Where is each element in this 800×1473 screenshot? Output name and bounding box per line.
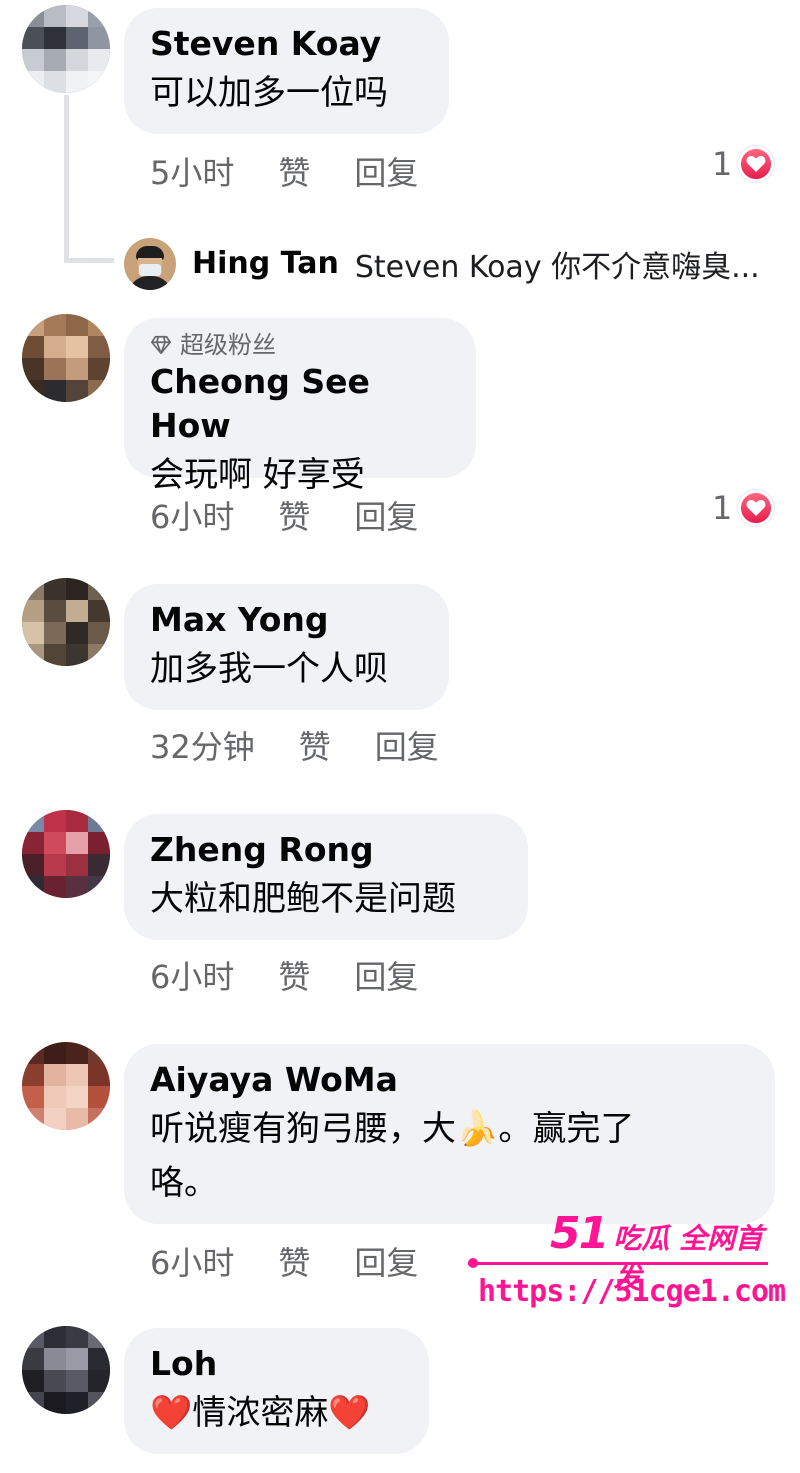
comment-author[interactable]: Loh bbox=[150, 1342, 403, 1386]
avatar[interactable] bbox=[22, 1326, 110, 1414]
comment-text: 加多我一个人呗 bbox=[150, 649, 388, 689]
reply-text: Steven Koay 你不介意嗨臭... bbox=[354, 250, 760, 285]
comment-actions: 6小时 赞 回复 bbox=[150, 1243, 418, 1283]
like-button[interactable]: 赞 bbox=[278, 497, 310, 537]
like-button[interactable]: 赞 bbox=[278, 1243, 310, 1283]
comment-text-line-1: 听说瘦有狗弓腰，大🍌。赢完了 bbox=[150, 1109, 635, 1149]
avatar[interactable] bbox=[22, 314, 110, 402]
comment-text: ❤️情浓密麻❤️ bbox=[150, 1393, 371, 1433]
reply-button[interactable]: 回复 bbox=[375, 727, 439, 767]
reply-button[interactable]: 回复 bbox=[354, 153, 418, 193]
comment-bubble[interactable]: 超级粉丝 Cheong See How 会玩啊 好享受 bbox=[124, 318, 476, 495]
comment-bubble[interactable]: Aiyaya WoMa 听说瘦有狗弓腰，大🍌。赢完了 咯。 bbox=[124, 1044, 775, 1224]
reply-avatar[interactable] bbox=[124, 238, 176, 290]
comment-time: 5小时 bbox=[150, 154, 235, 192]
comment-time: 6小时 bbox=[150, 498, 235, 536]
comment-author[interactable]: Aiyaya WoMa bbox=[150, 1058, 749, 1102]
reply-button[interactable]: 回复 bbox=[354, 957, 418, 997]
reply-button[interactable]: 回复 bbox=[354, 497, 418, 537]
avatar[interactable] bbox=[22, 5, 110, 93]
comment-actions: 6小时 赞 回复 bbox=[150, 497, 418, 537]
thread-connector-horizontal bbox=[64, 258, 114, 263]
comment-bubble[interactable]: Loh ❤️情浓密麻❤️ bbox=[124, 1328, 429, 1454]
comment-text: 大粒和肥鲍不是问题 bbox=[150, 879, 456, 919]
comment-author[interactable]: Steven Koay bbox=[150, 22, 423, 66]
comment-text: 可以加多一位吗 bbox=[150, 73, 388, 113]
heart-reaction-icon bbox=[738, 490, 775, 526]
reaction-summary[interactable]: 1 bbox=[712, 489, 775, 527]
thread-connector-vertical bbox=[64, 95, 69, 263]
reply-button[interactable]: 回复 bbox=[354, 1243, 418, 1283]
reply-preview[interactable]: Hing Tan Steven Koay 你不介意嗨臭... bbox=[124, 238, 760, 290]
comment-author[interactable]: Max Yong bbox=[150, 598, 423, 642]
reply-author[interactable]: Hing Tan bbox=[192, 242, 339, 286]
heart-reaction-icon bbox=[738, 146, 775, 182]
comment-time: 6小时 bbox=[150, 958, 235, 996]
diamond-icon bbox=[151, 335, 171, 355]
comment-bubble[interactable]: Zheng Rong 大粒和肥鲍不是问题 bbox=[124, 814, 528, 940]
badge-label: 超级粉丝 bbox=[180, 331, 276, 359]
watermark-line bbox=[468, 1262, 768, 1265]
watermark: 51 吃瓜 全网首发 https://51cge1.com bbox=[468, 1208, 788, 1318]
reaction-count: 1 bbox=[712, 145, 733, 183]
avatar[interactable] bbox=[22, 810, 110, 898]
comment-bubble[interactable]: Steven Koay 可以加多一位吗 bbox=[124, 8, 449, 134]
comment-text: 会玩啊 好享受 bbox=[150, 455, 365, 495]
like-button[interactable]: 赞 bbox=[278, 957, 310, 997]
comment-actions: 32分钟 赞 回复 bbox=[150, 727, 439, 767]
like-button[interactable]: 赞 bbox=[278, 153, 310, 193]
comment-bubble[interactable]: Max Yong 加多我一个人呗 bbox=[124, 584, 449, 710]
comment-time: 32分钟 bbox=[150, 728, 255, 766]
watermark-number: 51 bbox=[550, 1208, 609, 1259]
comment-author[interactable]: Cheong See How bbox=[150, 360, 450, 448]
top-fan-badge: 超级粉丝 bbox=[150, 330, 450, 360]
reaction-summary[interactable]: 1 bbox=[712, 145, 775, 183]
comment-actions: 6小时 赞 回复 bbox=[150, 957, 418, 997]
comment-time: 6小时 bbox=[150, 1244, 235, 1282]
avatar[interactable] bbox=[22, 578, 110, 666]
reaction-count: 1 bbox=[712, 489, 733, 527]
comment-text-line-2: 咯。 bbox=[150, 1163, 218, 1203]
comment-author[interactable]: Zheng Rong bbox=[150, 828, 502, 872]
watermark-url: https://51cge1.com bbox=[478, 1274, 786, 1309]
avatar[interactable] bbox=[22, 1042, 110, 1130]
comment-actions: 5小时 赞 回复 bbox=[150, 153, 418, 193]
like-button[interactable]: 赞 bbox=[299, 727, 331, 767]
